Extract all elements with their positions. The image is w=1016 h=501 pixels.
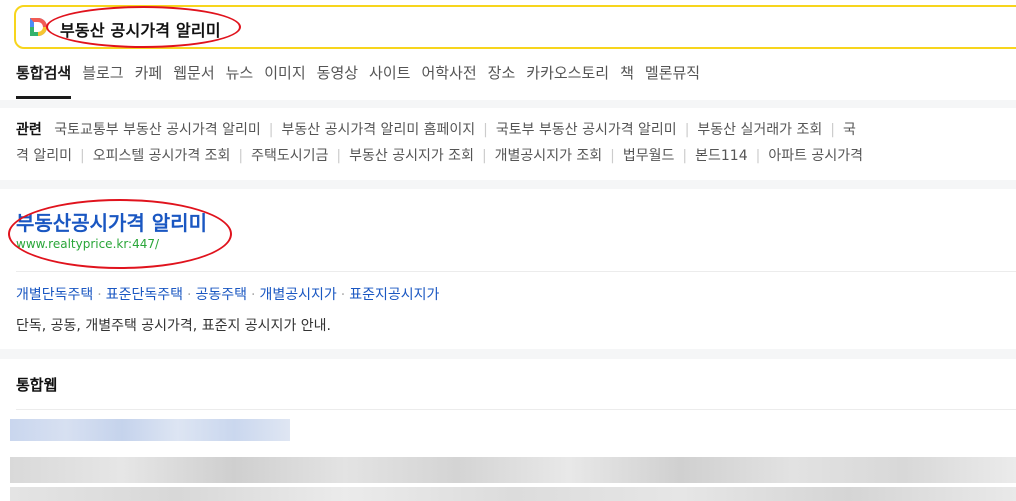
related-link[interactable]: 부동산 공시지가 조회 <box>349 148 474 164</box>
related-separator: | <box>481 148 487 164</box>
tab-7[interactable]: 사이트 <box>369 62 410 83</box>
web-section-title: 통합웹 <box>16 376 58 394</box>
related-line-1: 관련 국토교통부 부동산 공시가격 알리미 | 부동산 공시가격 알리미 홈페이지 |… <box>16 119 856 139</box>
related-link[interactable]: 국 <box>843 122 856 138</box>
blurred-result-text-2 <box>10 487 1016 501</box>
related-separator: | <box>238 148 244 164</box>
related-link[interactable]: 주택도시기금 <box>251 148 328 164</box>
tab-1[interactable]: 블로그 <box>82 62 123 83</box>
tab-8[interactable]: 어학사전 <box>421 62 476 83</box>
search-tabs: 통합검색 블로그 카페 웹문서 뉴스 이미지 동영상 사이트 어학사전 장소 카카오스토리 책 멜론뮤직 <box>16 62 711 99</box>
tab-3[interactable]: 웹문서 <box>173 62 214 83</box>
blurred-result-text <box>10 457 1016 483</box>
result-sublinks: 개별단독주택 · 표준단독주택 · 공동주택 · 개별공시지가 · 표준지공시지가 <box>16 284 439 304</box>
sublink-separator: · <box>97 287 102 303</box>
annotation-circle-result <box>8 199 232 269</box>
web-divider <box>16 409 1016 410</box>
related-separator: | <box>830 122 835 138</box>
tab-5[interactable]: 이미지 <box>264 62 305 83</box>
result-sublink[interactable]: 공동주택 <box>195 287 247 303</box>
related-link[interactable]: 격 알리미 <box>16 148 72 164</box>
related-link[interactable]: 국토교통부 부동산 공시가격 알리미 <box>54 122 261 138</box>
annotation-circle-query <box>46 6 241 48</box>
related-link[interactable]: 본드114 <box>695 148 747 164</box>
related-separator: | <box>336 148 342 164</box>
sublink-separator: · <box>187 287 192 303</box>
blurred-result-title <box>10 419 290 441</box>
tab-10[interactable]: 카카오스토리 <box>526 62 609 83</box>
related-link[interactable]: 오피스텔 공시가격 조회 <box>93 148 231 164</box>
tab-11[interactable]: 책 <box>620 62 634 83</box>
related-link[interactable]: 부동산 공시가격 알리미 홈페이지 <box>282 122 476 138</box>
tab-6[interactable]: 동영상 <box>317 62 358 83</box>
result-sublink[interactable]: 개별공시지가 <box>259 287 336 303</box>
related-line-2: 격 알리미 | 오피스텔 공시가격 조회 | 주택도시기금 | 부동산 공시지가 조회 | 개별… <box>16 145 863 165</box>
related-separator: | <box>755 148 761 164</box>
related-searches: 관련 국토교통부 부동산 공시가격 알리미 | 부동산 공시가격 알리미 홈페이지 |… <box>0 108 1016 180</box>
related-separator: | <box>483 122 488 138</box>
result-divider <box>16 271 1016 272</box>
related-separator: | <box>610 148 615 164</box>
search-header: 부동산 공시가격 알리미 통합검색 블로그 카페 웹문서 뉴스 이미지 동영상 사이트 어학사전… <box>0 0 1016 100</box>
related-link[interactable]: 법무월드 <box>623 148 675 164</box>
tab-12[interactable]: 멜론뮤직 <box>645 62 700 83</box>
related-separator: | <box>684 122 690 138</box>
web-section: 통합웹 <box>0 359 1016 501</box>
result-sublink[interactable]: 개별단독주택 <box>16 287 93 303</box>
related-link[interactable]: 아파트 공시가격 <box>768 148 863 164</box>
related-link[interactable]: 개별공시지가 조회 <box>495 148 603 164</box>
related-link[interactable]: 부동산 실거래가 조회 <box>697 122 822 138</box>
related-separator: | <box>268 122 274 138</box>
tab-2[interactable]: 카페 <box>135 62 163 83</box>
search-result: 부동산공시가격 알리미 www.realtyprice.kr:447/ 개별단독… <box>0 189 1016 349</box>
tab-0[interactable]: 통합검색 <box>16 62 72 99</box>
result-sublink[interactable]: 표준지공시지가 <box>349 287 439 303</box>
result-description: 단독, 공동, 개별주택 공시가격, 표준지 공시지가 안내. <box>16 318 331 334</box>
sublink-separator: · <box>251 287 256 303</box>
tab-4[interactable]: 뉴스 <box>226 62 254 83</box>
related-separator: | <box>79 148 85 164</box>
sublink-separator: · <box>340 287 346 303</box>
result-sublink[interactable]: 표준단독주택 <box>106 287 183 303</box>
related-separator: | <box>682 148 688 164</box>
related-link[interactable]: 국토부 부동산 공시가격 알리미 <box>496 122 677 138</box>
related-title: 관련 <box>16 122 42 138</box>
tab-9[interactable]: 장소 <box>488 62 516 83</box>
